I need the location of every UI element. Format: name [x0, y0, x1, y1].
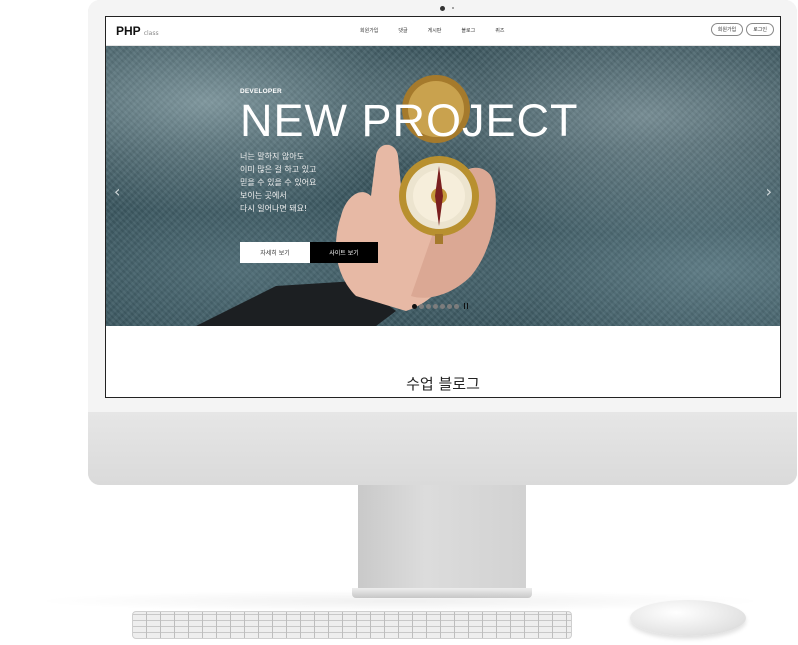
site-logo[interactable]: PHP class: [116, 24, 159, 38]
hero-text: DEVELOPER NEW PROJECT 너는 말하지 않아도 이미 많은 걸…: [240, 88, 579, 215]
chevron-left-icon[interactable]: ‹: [114, 182, 120, 201]
hero-desc-line: 보이는 곳에서: [240, 191, 287, 200]
hero-description: 너는 말하지 않아도 이미 많은 걸 하고 있고 믿을 수 있을 수 있어요 보…: [240, 150, 350, 215]
slider-dot[interactable]: [454, 303, 459, 309]
hero-title: NEW PROJECT: [240, 95, 579, 146]
nav-item-quiz[interactable]: 퀴즈: [495, 27, 504, 34]
nav-item-signup[interactable]: 회원가입: [360, 27, 378, 34]
site-button[interactable]: 사이트 보기: [310, 242, 378, 263]
nav-item-blog[interactable]: 블로그: [461, 27, 475, 34]
nav-item-comments[interactable]: 댓글: [398, 27, 407, 34]
main-nav: 회원가입 댓글 게시판 블로그 퀴즈: [360, 27, 524, 34]
logo-text: PHP: [116, 24, 141, 38]
imac-stand: [358, 485, 526, 593]
login-button[interactable]: 로그인: [746, 23, 774, 36]
slider-dot[interactable]: [419, 303, 424, 309]
auth-buttons: 회원가입 로그인: [710, 23, 774, 36]
slider-dot[interactable]: [433, 303, 438, 309]
site-header: PHP class 회원가입 댓글 게시판 블로그 퀴즈 회원가입 로그인: [106, 17, 780, 46]
hero-slider: DEVELOPER NEW PROJECT 너는 말하지 않아도 이미 많은 걸…: [106, 46, 780, 326]
camera-icon: [440, 6, 445, 11]
detail-button[interactable]: 자세히 보기: [240, 242, 310, 263]
hero-desc-line: 너는 말하지 않아도: [240, 152, 304, 161]
chevron-right-icon[interactable]: ›: [766, 182, 772, 201]
keyboard: [132, 611, 572, 639]
pause-icon[interactable]: [464, 303, 468, 309]
slider-dot[interactable]: [412, 303, 417, 309]
hero-desc-line: 이미 많은 걸 하고 있고: [240, 165, 317, 174]
screen: PHP class 회원가입 댓글 게시판 블로그 퀴즈 회원가입 로그인 DE…: [105, 16, 781, 398]
slider-dot[interactable]: [440, 303, 445, 309]
hero-kicker: DEVELOPER: [240, 88, 282, 95]
camera-sensor: [452, 7, 454, 9]
nav-item-board[interactable]: 게시판: [428, 27, 442, 34]
hero-desc-line: 믿을 수 있을 수 있어요: [240, 178, 317, 187]
slider-dots: [412, 303, 468, 309]
imac-chin: [88, 412, 797, 485]
hero-desc-line: 다시 일어나면 돼요!: [240, 204, 308, 213]
hero-buttons: 자세히 보기 사이트 보기: [240, 242, 378, 263]
signup-button[interactable]: 회원가입: [710, 23, 744, 36]
mouse: [630, 600, 746, 636]
logo-subtext: class: [143, 30, 159, 37]
slider-dot[interactable]: [447, 303, 452, 309]
slider-dot[interactable]: [426, 303, 431, 309]
section-title: 수업 블로그: [406, 375, 480, 393]
